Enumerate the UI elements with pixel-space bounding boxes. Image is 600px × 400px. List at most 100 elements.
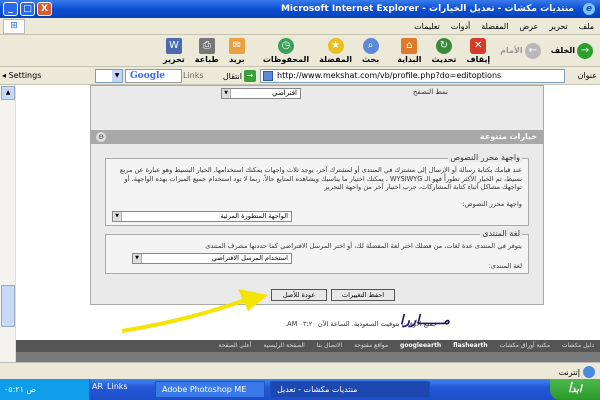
footer-strip: [16, 352, 600, 362]
taskbar-item-ie[interactable]: منتديات مكشات - تعديل: [270, 381, 430, 398]
footer-link[interactable]: دليل مكشات: [562, 342, 594, 349]
footer-link[interactable]: أعلى الصفحة: [219, 342, 252, 349]
editor-description: عند قيامك بكتابة رسالة أو الإرسال إلى مش…: [119, 166, 522, 192]
menu-file[interactable]: ملف: [579, 22, 594, 31]
google-toolbar-logo[interactable]: Google: [125, 69, 182, 83]
print-label: طباعة: [194, 54, 219, 64]
language-indicator[interactable]: AR: [92, 382, 103, 391]
menu-tools[interactable]: أدوات: [451, 22, 470, 31]
search-button[interactable]: ⌕ بحث: [359, 37, 382, 65]
window-title-bar[interactable]: منتديات مكشات - تعديل الخيارات - Microso…: [0, 0, 600, 18]
search-label: بحث: [361, 54, 380, 64]
search-icon: ⌕: [362, 37, 379, 54]
menu-bar: ملف تحرير عرض المفضلة أدوات تعليمات ⊞: [0, 18, 600, 35]
language-label: لغة المنتدى:: [488, 262, 522, 270]
language-bar: AR Links: [92, 382, 128, 391]
history-icon: ◷: [278, 37, 294, 54]
edit-button[interactable]: W تحرير: [160, 37, 188, 65]
language-description: يتوفر في المنتدى عدة لغات، من فضلك اختر …: [205, 242, 522, 250]
language-select[interactable]: ▼ استخدام المرسل الافتراضي: [132, 253, 292, 264]
menu-favorites[interactable]: المفضلة: [481, 22, 508, 31]
editor-select[interactable]: ▼ الواجهة المتطورة المرئية: [112, 211, 292, 222]
settings-label: Settings: [8, 71, 42, 80]
go-label: انتقال: [222, 71, 242, 81]
chevron-down-icon: ▼: [113, 212, 122, 221]
scroll-thumb[interactable]: [1, 285, 15, 327]
footer-link[interactable]: الاتصال بنا: [317, 342, 342, 349]
vertical-scrollbar[interactable]: ▲ ▼: [0, 85, 16, 383]
ie-icon: e: [583, 3, 595, 15]
taskbar-links[interactable]: Links: [107, 382, 128, 391]
footer-link[interactable]: flashearth: [453, 342, 488, 349]
home-button[interactable]: ⌂ البداية: [394, 37, 424, 65]
stop-label: إيقاف: [466, 54, 491, 64]
footer-link[interactable]: googleearth: [400, 342, 441, 349]
page-icon: [263, 71, 273, 81]
zone-label: إنترنت: [558, 367, 580, 377]
go-button[interactable]: → انتقال: [208, 69, 256, 83]
forward-arrow-icon: ←: [524, 42, 541, 59]
edit-label: تحرير: [163, 54, 185, 64]
home-icon: ⌂: [401, 37, 418, 54]
minimize-button[interactable]: _: [3, 2, 18, 16]
footer-link[interactable]: الصفحة الرئيسية: [263, 342, 304, 349]
address-url: http://www.mekshat.com/vb/profile.php?do…: [277, 71, 502, 80]
collapse-icon[interactable]: ⊖: [96, 132, 106, 142]
history-button[interactable]: ◷ المحفوظات: [260, 37, 312, 65]
links-label[interactable]: Links: [183, 71, 204, 80]
save-button[interactable]: احفظ التغييرات: [331, 289, 395, 301]
refresh-button[interactable]: ↻ تحديث: [428, 37, 459, 65]
mail-icon: ✉: [228, 37, 245, 54]
options-panel: ▼ افتراضي نمط التصفح خيارات متنوعة ⊖ واج…: [90, 85, 544, 305]
print-button[interactable]: ⎙ طباعة: [192, 37, 222, 65]
menu-view[interactable]: عرض: [519, 22, 538, 31]
forward-button[interactable]: ← الأمام: [497, 42, 544, 60]
mail-label: بريد: [229, 54, 245, 64]
menu-help[interactable]: تعليمات: [414, 22, 440, 31]
language-legend: لغة المنتدى: [480, 229, 522, 238]
stop-button[interactable]: ✕ إيقاف: [463, 37, 493, 65]
address-label: عنوان: [577, 71, 597, 80]
google-search-dropdown[interactable]: ▼: [95, 69, 123, 83]
internet-globe-icon: [583, 366, 595, 378]
back-label: الخلف: [550, 46, 575, 55]
menu-edit[interactable]: تحرير: [549, 22, 567, 31]
clock[interactable]: ص ٠٥:٢١: [4, 379, 36, 400]
browse-mode-select[interactable]: ▼ افتراضي: [221, 88, 301, 99]
yellow-arrow-icon: [121, 289, 268, 333]
scroll-up-icon[interactable]: ▲: [1, 86, 15, 100]
chevron-down-icon: ▼: [133, 254, 142, 263]
settings-menu[interactable]: ◂ Settings: [2, 71, 41, 80]
toolbar: → الخلف ← الأمام ✕ إيقاف ↻ تحديث ⌂ البدا…: [0, 35, 600, 67]
star-icon: ★: [327, 37, 344, 54]
editor-select-value: الواجهة المتطورة المرئية: [220, 212, 288, 220]
signature-watermark: مــــــاررا: [400, 313, 450, 328]
taskbar-item-photoshop[interactable]: Adobe Photoshop ME: [155, 381, 265, 398]
chevron-down-icon: ▼: [222, 89, 231, 98]
language-fieldset: لغة المنتدى يتوفر في المنتدى عدة لغات، م…: [105, 229, 529, 274]
favorites-label: المفضلة: [319, 54, 352, 64]
back-button[interactable]: → الخلف: [548, 42, 596, 60]
close-button[interactable]: X: [37, 2, 52, 16]
windows-logo-icon: ⊞: [3, 19, 25, 34]
footer-link[interactable]: مواقع مفتوحة: [354, 342, 388, 349]
footer-links-bar: دليل مكشات مكتبة أوراق مكشات googleearth…: [16, 340, 600, 352]
browse-mode-value: افتراضي: [272, 89, 297, 97]
google-label: Google: [130, 71, 166, 81]
system-tray: ص ٠٥:٢١: [0, 379, 90, 400]
editor-label: واجهة محرر النصوص:: [462, 200, 522, 208]
footer-link[interactable]: مكتبة أوراق مكشات: [500, 342, 550, 349]
edit-icon: W: [165, 37, 182, 54]
mail-button[interactable]: ✉ بريد: [226, 37, 248, 65]
address-input[interactable]: http://www.mekshat.com/vb/profile.php?do…: [260, 69, 565, 83]
favorites-button[interactable]: ★ المفضلة: [316, 37, 355, 65]
refresh-label: تحديث: [431, 54, 457, 64]
chevron-down-icon: ▼: [112, 70, 122, 82]
start-button[interactable]: ابدأ: [550, 379, 600, 400]
back-arrow-icon: →: [577, 42, 593, 59]
maximize-button[interactable]: □: [20, 2, 35, 16]
section-header: خيارات متنوعة ⊖: [91, 130, 543, 144]
editor-legend: واجهة محرر النصوص: [448, 153, 522, 162]
address-bar: عنوان http://www.mekshat.com/vb/profile.…: [0, 67, 600, 85]
forward-label: الأمام: [500, 46, 523, 55]
